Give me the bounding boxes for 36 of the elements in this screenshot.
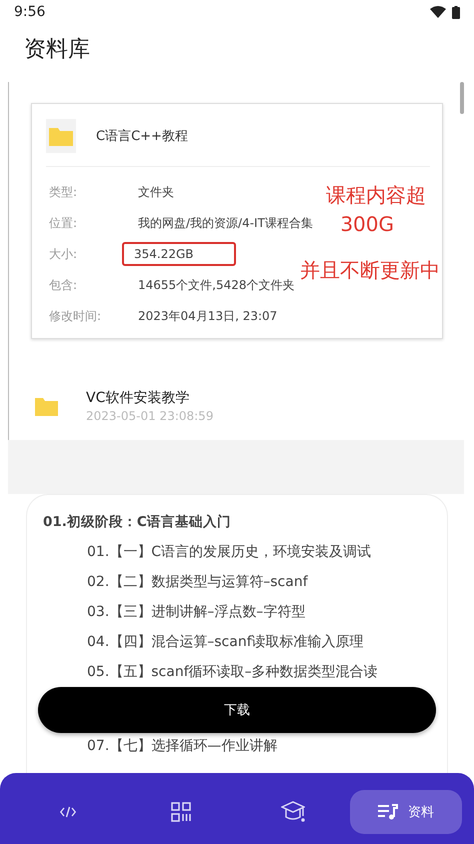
property-value: 354.22GB [122, 242, 236, 266]
page-title: 资料库 [23, 36, 91, 64]
wifi-icon [430, 6, 446, 18]
nav-tab[interactable]: 资料 [350, 790, 462, 834]
property-label: 修改时间: [48, 308, 102, 324]
property-value: 我的网盘/我的资源/4-IT课程合集 [137, 214, 314, 232]
folder-icon [35, 396, 58, 416]
property-label: 包含: [48, 276, 78, 294]
outline-item: 01.【一】C语言的发展历史，环境安装及调试 [86, 543, 372, 562]
playlist-icon [378, 804, 398, 820]
annotation-text: 300G [340, 212, 394, 236]
annotation-text: 课程内容超 [326, 182, 426, 209]
outline-item: 03.【三】进制讲解–浮点数–字符型 [86, 603, 306, 622]
file-name: C语言C++教程 [96, 128, 188, 145]
scroll-thumb [460, 82, 464, 114]
graduation-cap-icon [281, 801, 306, 823]
property-label: 位置: [48, 214, 78, 232]
property-value: 2023年04月13日, 23:07 [137, 308, 278, 324]
qr-code-icon [170, 802, 191, 822]
outline-item: 05.【五】scanf循环读取–多种数据类型混合读 [86, 663, 379, 682]
property-label: 类型: [48, 184, 78, 200]
battery-icon [452, 6, 460, 18]
property-label: 大小: [48, 246, 78, 262]
property-value: 14655个文件,5428个文件夹 [137, 276, 296, 294]
property-value: 文件夹 [137, 184, 175, 200]
folder-date: 2023-05-01 23:08:59 [86, 409, 214, 423]
status-time: 9:56 [14, 4, 46, 20]
folder-name: VC软件安装教学 [86, 389, 190, 407]
outline-item: 02.【二】数据类型与运算符–scanf [86, 573, 309, 592]
outline-item: 07.【七】选择循环—作业讲解 [86, 737, 278, 756]
download-button[interactable]: 下载 [38, 687, 436, 733]
folder-icon [46, 119, 76, 153]
outline-heading: 01.初级阶段：C语言基础入门 [42, 513, 232, 531]
annotation-text: 并且不断更新中 [300, 257, 440, 284]
code-icon [60, 806, 76, 818]
outline-item: 04.【四】混合运算–scanf读取标准输入原理 [86, 633, 365, 652]
